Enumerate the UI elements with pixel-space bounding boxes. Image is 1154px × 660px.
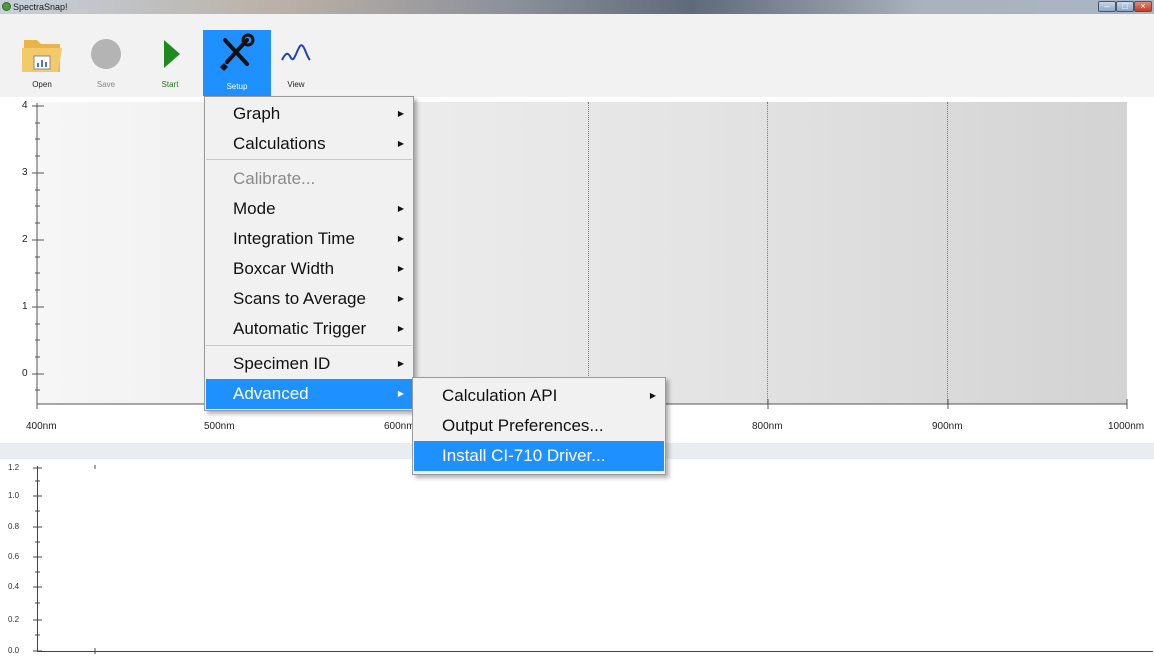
menu-item-calibrate[interactable]: Calibrate... [206,164,412,194]
menu-item-label: Mode [233,199,276,218]
menu-item-label: Graph [233,104,281,123]
record-icon [91,39,121,69]
menu-item-graph[interactable]: Graph ▶ [206,99,412,129]
menu-item-label: Boxcar Width [233,259,335,278]
open-label: Open [32,80,52,89]
menu-item-label: Calculations [233,134,326,153]
tools-icon [220,33,255,71]
y-tick-label: 1 [22,301,28,312]
submenu-arrow-icon: ▶ [397,139,404,148]
submenu-arrow-icon: ▶ [397,324,404,333]
x-tick-label: 400nm [26,421,57,432]
menu-item-label: Output Preferences... [442,416,604,435]
x-tick-label: 600nm [384,421,415,432]
secondary-graph[interactable]: 1.2 1.0 0.8 0.6 0.4 0.2 0.0 [0,459,1154,660]
waveform-icon [281,44,311,61]
setup-button[interactable]: Setup [203,30,271,96]
folder-icon [22,40,62,72]
play-icon [164,40,180,68]
x-tick-label: 800nm [752,421,783,432]
open-button[interactable]: Open [18,30,66,93]
toolbar: Open Save Start Setup View [0,14,1154,98]
y-tick-label: 2 [22,234,28,245]
menu-separator [206,159,412,160]
menu-item-label: Install CI-710 Driver... [442,446,606,465]
menu-item-label: Specimen ID [233,354,331,373]
menu-item-integration-time[interactable]: Integration Time ▶ [206,224,412,254]
view-label: View [287,80,305,89]
start-label: Start [161,80,179,89]
title-bar: SpectraSnap! – □ × [0,0,1154,14]
menu-item-specimen-id[interactable]: Specimen ID ▶ [206,349,412,379]
menu-item-scans-to-average[interactable]: Scans to Average ▶ [206,284,412,314]
y-tick-label: 1.2 [8,463,20,472]
submenu-arrow-icon: ▶ [397,359,404,368]
submenu-arrow-icon: ▶ [397,109,404,118]
menu-item-label: Advanced [233,384,309,403]
y-tick-label: 0.8 [8,522,20,531]
setup-label: Setup [226,82,248,91]
menu-item-boxcar-width[interactable]: Boxcar Width ▶ [206,254,412,284]
y-tick-label: 0.0 [8,646,20,655]
submenu-arrow-icon: ▶ [649,391,656,400]
y-tick-label: 0.4 [8,582,20,591]
menu-item-label: Calculation API [442,386,558,405]
menu-item-advanced[interactable]: Advanced ▶ [206,379,412,409]
y-tick-label: 1.0 [8,491,20,500]
view-button[interactable]: View [272,30,320,93]
secondary-axes [33,465,96,654]
y-tick-label: 0.2 [8,615,20,624]
submenu-arrow-icon: ▶ [397,234,404,243]
menu-item-label: Calibrate... [233,169,316,188]
menu-item-label: Automatic Trigger [233,319,367,338]
y-tick-label: 3 [22,167,28,178]
submenu-arrow-icon: ▶ [397,389,404,398]
y-tick-label: 0.6 [8,552,20,561]
x-tick-label: 500nm [204,421,235,432]
menu-item-install-driver[interactable]: Install CI-710 Driver... [414,441,664,471]
app-icon [2,2,11,11]
save-label: Save [96,80,116,89]
submenu-arrow-icon: ▶ [397,204,404,213]
setup-menu: Graph ▶ Calculations ▶ Calibrate... Mode… [204,96,414,411]
menu-separator [206,345,412,346]
menu-item-calculation-api[interactable]: Calculation API ▶ [414,381,664,411]
menu-item-calculations[interactable]: Calculations ▶ [206,129,412,159]
x-tick-label: 1000nm [1108,421,1145,432]
submenu-arrow-icon: ▶ [397,294,404,303]
y-tick-label: 4 [22,100,28,111]
advanced-submenu: Calculation API ▶ Output Preferences... … [412,377,666,475]
menu-item-mode[interactable]: Mode ▶ [206,194,412,224]
window-title: SpectraSnap! [13,2,68,12]
minimize-button[interactable]: – [1098,1,1116,12]
close-button[interactable]: × [1134,1,1152,12]
start-button[interactable]: Start [146,30,194,93]
save-button[interactable]: Save [82,30,130,93]
menu-item-label: Integration Time [233,229,355,248]
x-tick-label: 900nm [932,421,963,432]
maximize-button[interactable]: □ [1116,1,1134,12]
submenu-arrow-icon: ▶ [397,264,404,273]
menu-item-output-preferences[interactable]: Output Preferences... [414,411,664,441]
menu-item-automatic-trigger[interactable]: Automatic Trigger ▶ [206,314,412,344]
y-tick-label: 0 [22,368,28,379]
menu-item-label: Scans to Average [233,289,366,308]
